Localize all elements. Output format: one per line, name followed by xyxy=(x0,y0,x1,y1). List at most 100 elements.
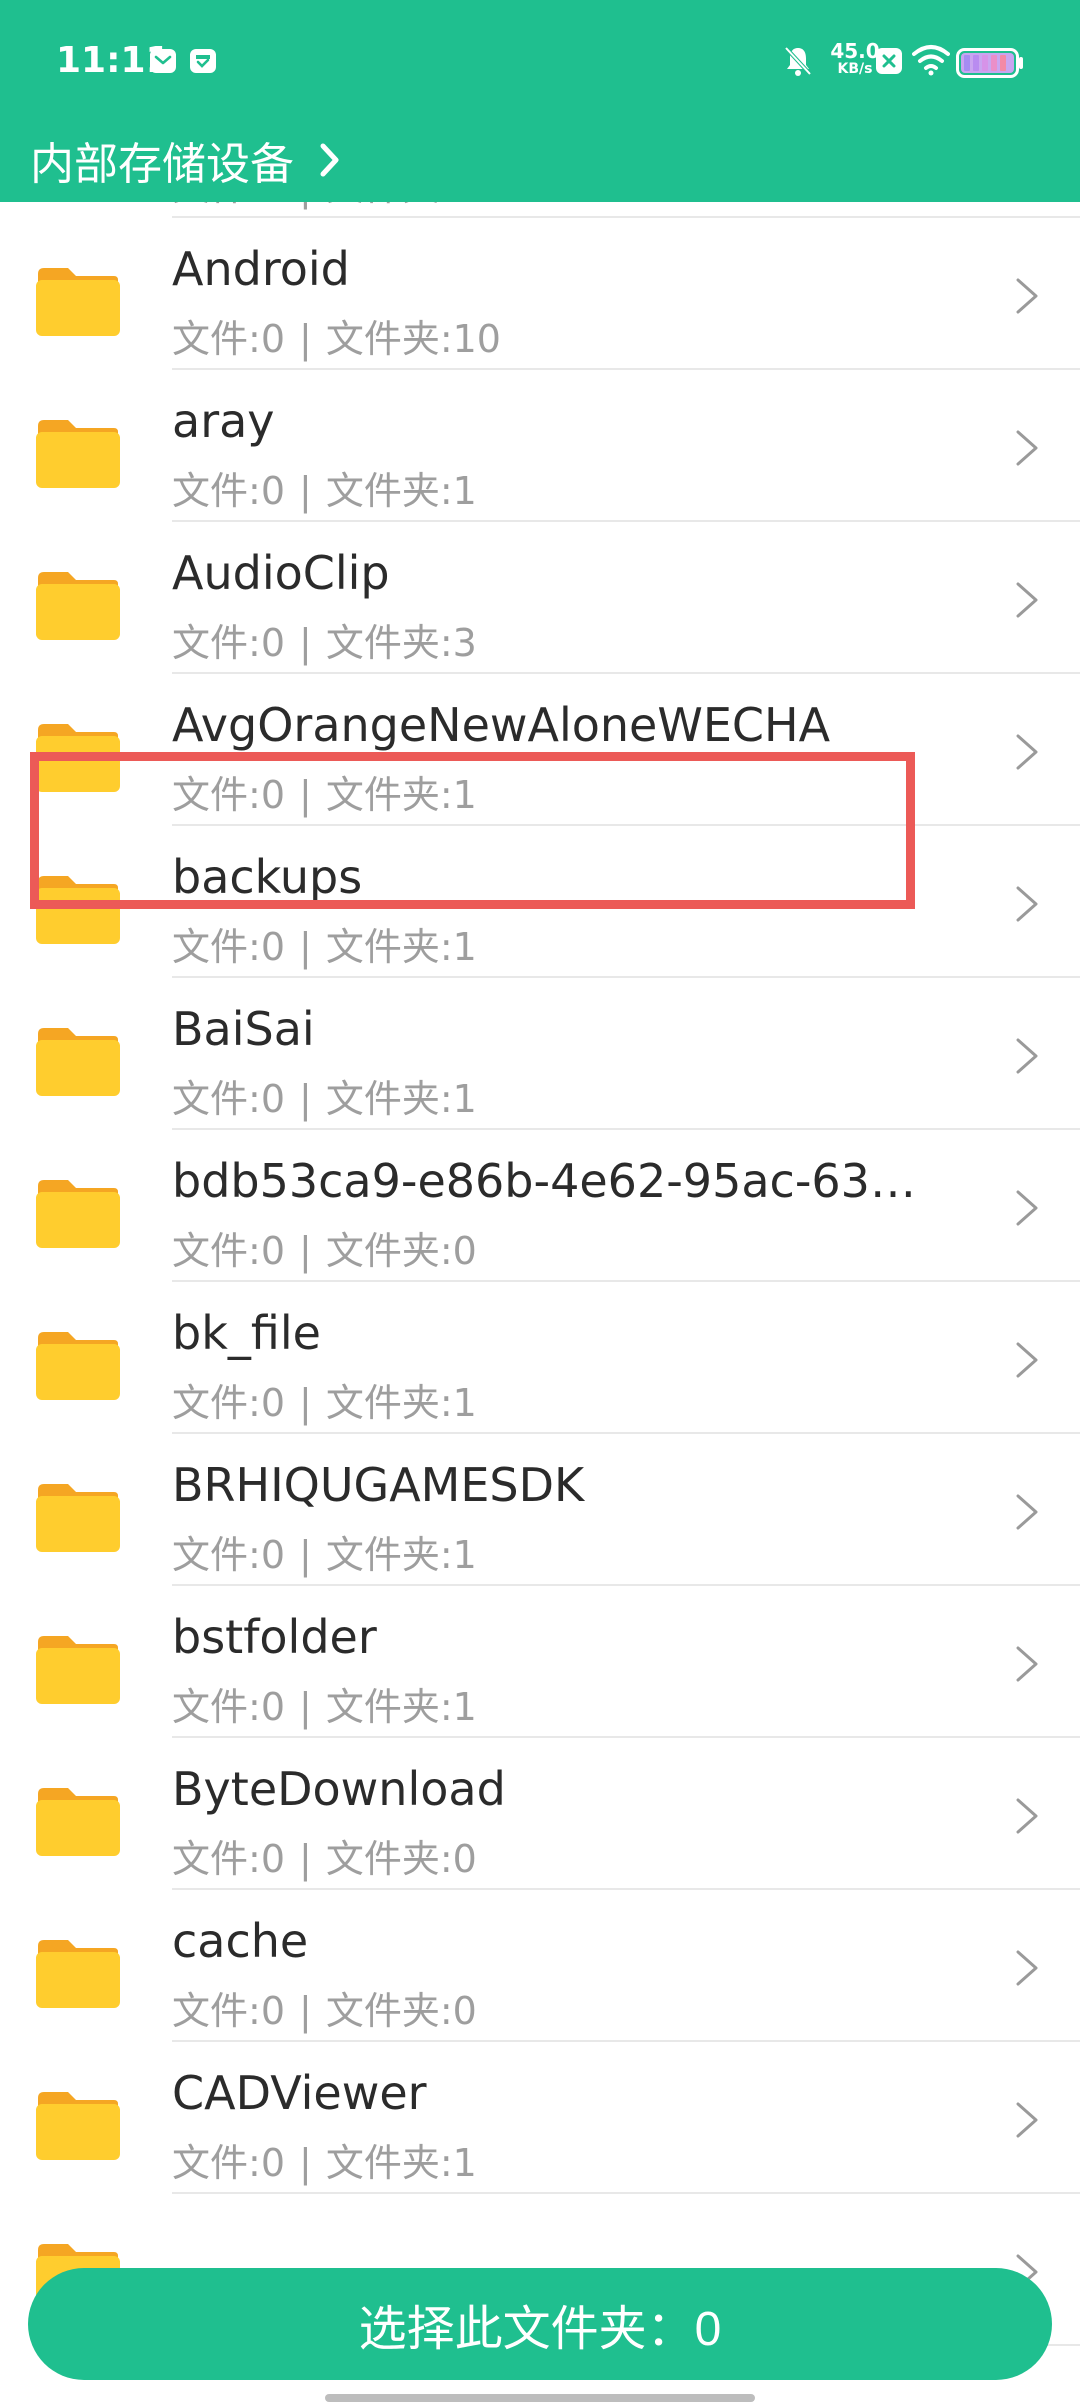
folder-name: aray xyxy=(172,394,275,448)
folders-count: 1 xyxy=(452,1077,477,1121)
folders-label: 文件夹: xyxy=(325,1685,453,1729)
chevron-right-icon xyxy=(1016,1798,1038,1834)
files-label: 文件: xyxy=(172,1381,261,1425)
folders-label: 文件夹: xyxy=(325,2141,453,2185)
files-count: 0 xyxy=(260,469,285,513)
chevron-right-icon xyxy=(320,143,339,177)
folder-icon xyxy=(36,1332,120,1400)
files-label: 文件: xyxy=(172,1685,261,1729)
chevron-right-icon xyxy=(1016,2102,1038,2138)
files-label: 文件: xyxy=(172,1533,261,1577)
folders-count: 3 xyxy=(452,621,477,665)
folder-icon xyxy=(36,1940,120,2008)
folders-label: 文件夹: xyxy=(325,1533,453,1577)
folders-count: 1 xyxy=(452,2141,477,2185)
chevron-right-icon xyxy=(1016,278,1038,314)
folder-name: CADViewer xyxy=(172,2066,427,2120)
folder-meta: 文件:0|文件夹:0 xyxy=(172,1828,477,1883)
folder-name: AvgOrangeNewAloneWECHA xyxy=(172,698,831,752)
folder-row[interactable]: CADViewer 文件:0 | 文件夹:1 xyxy=(0,2042,1080,2194)
files-label: 文件: xyxy=(172,1989,261,2033)
folder-row[interactable]: backups 文件:0 | 文件夹:1 xyxy=(0,826,1080,978)
home-indicator[interactable] xyxy=(325,2394,755,2402)
folder-row[interactable]: aray 文件:0 | 文件夹:1 xyxy=(0,370,1080,522)
folder-icon xyxy=(36,572,120,640)
folders-count: 1 xyxy=(452,469,477,513)
meta-separator: | xyxy=(299,2141,312,2185)
app-header: 11:11 45.0 KB/s 内部存储设备 xyxy=(0,0,1080,202)
meta-separator: | xyxy=(299,317,312,361)
chevron-right-icon xyxy=(1016,430,1038,466)
folder-icon xyxy=(36,724,120,792)
chevron-right-icon xyxy=(1016,1342,1038,1378)
folders-label: 文件夹: xyxy=(325,1837,453,1881)
meta-separator: | xyxy=(299,621,312,665)
folder-icon xyxy=(36,420,120,488)
shopping-bag-icon xyxy=(190,49,216,73)
meta-separator: | xyxy=(299,469,312,513)
folder-row[interactable]: BaiSai 文件:0 | 文件夹:1 xyxy=(0,978,1080,1130)
folders-count: 0 xyxy=(452,1837,477,1881)
folder-row[interactable]: Android 文件:0 | 文件夹:10 xyxy=(0,218,1080,370)
folder-row[interactable]: AvgOrangeNewAloneWECHA 文件:0 | 文件夹:1 xyxy=(0,674,1080,826)
files-label: 文件: xyxy=(172,773,261,817)
files-label: 文件: xyxy=(172,2141,261,2185)
breadcrumb[interactable]: 内部存储设备 xyxy=(30,125,342,195)
folder-meta: 文件:0 | 文件夹:10 xyxy=(172,308,501,363)
folder-icon xyxy=(36,1484,120,1552)
folder-icon xyxy=(36,1028,120,1096)
meta-separator: | xyxy=(299,1837,312,1881)
files-label: 文件: xyxy=(172,1077,261,1121)
folder-meta: 文件:0 | 文件夹:1 xyxy=(172,1524,477,1579)
chevron-right-icon xyxy=(1016,582,1038,618)
folders-label: 文件夹: xyxy=(325,317,453,361)
meta-separator: | xyxy=(299,1077,312,1121)
chevron-right-icon xyxy=(1016,886,1038,922)
folder-meta: 文件:0 | 文件夹:1 xyxy=(172,1068,477,1123)
files-count: 0 xyxy=(260,1685,285,1729)
folders-label: 文件夹: xyxy=(325,1229,453,1273)
folder-row[interactable]: bdb53ca9-e86b-4e62-95ac-630… 文件:0 | 文件夹:0 xyxy=(0,1130,1080,1282)
folder-name: AudioClip xyxy=(172,546,390,600)
chevron-right-icon xyxy=(1016,1646,1038,1682)
mail-icon xyxy=(150,49,176,73)
folders-label: 文件夹: xyxy=(325,469,453,513)
folder-meta: 文件:0 | 文件夹:1 xyxy=(172,1372,477,1427)
meta-separator: | xyxy=(299,1533,312,1577)
folders-count: 10 xyxy=(452,317,501,361)
chevron-right-icon xyxy=(1016,1038,1038,1074)
files-count: 0 xyxy=(260,1381,285,1425)
files-label: 文件: xyxy=(172,469,261,513)
folder-name: bstfolder xyxy=(172,1610,377,1664)
files-count: 0 xyxy=(260,2141,285,2185)
select-folder-button[interactable]: 选择此文件夹：0 xyxy=(28,2268,1052,2380)
folders-label: 文件夹: xyxy=(325,925,453,969)
folder-icon xyxy=(36,1636,120,1704)
folders-count: 1 xyxy=(452,1381,477,1425)
files-count: 0 xyxy=(260,925,285,969)
folder-row[interactable]: AudioClip 文件:0 | 文件夹:3 xyxy=(0,522,1080,674)
folder-meta: 文件:0 | 文件夹:1 xyxy=(172,916,477,971)
files-count: 0 xyxy=(260,1989,285,2033)
folder-row[interactable]: cache 文件:0 | 文件夹:0 xyxy=(0,1890,1080,2042)
folder-row[interactable]: bk_file 文件:0 | 文件夹:1 xyxy=(0,1282,1080,1434)
meta-separator: | xyxy=(299,1685,312,1729)
folder-icon xyxy=(36,876,120,944)
folders-label: 文件夹: xyxy=(325,773,453,817)
files-count: 0 xyxy=(260,1229,285,1273)
folder-meta: 文件:0 | 文件夹:1 xyxy=(172,764,477,819)
folder-row[interactable]: ByteDownload 文件:0 | 文件夹:0 xyxy=(0,1738,1080,1890)
folder-row[interactable]: BRHIQUGAMESDK 文件:0 | 文件夹:1 xyxy=(0,1434,1080,1586)
folder-row[interactable]: bstfolder 文件:0 | 文件夹:1 xyxy=(0,1586,1080,1738)
folder-name: BaiSai xyxy=(172,1002,315,1056)
folders-count: 0 xyxy=(452,1229,477,1273)
folder-meta: 文件:0 | 文件夹:1 xyxy=(172,460,477,515)
close-box-icon xyxy=(876,48,902,74)
folders-count: 0 xyxy=(452,1989,477,2033)
folders-label: 文件夹: xyxy=(325,1381,453,1425)
folder-icon xyxy=(36,1180,120,1248)
chevron-right-icon xyxy=(1016,1494,1038,1530)
status-bar: 11:11 45.0 KB/s xyxy=(0,0,1080,125)
battery-icon xyxy=(956,48,1023,78)
folder-name: Android xyxy=(172,242,350,296)
